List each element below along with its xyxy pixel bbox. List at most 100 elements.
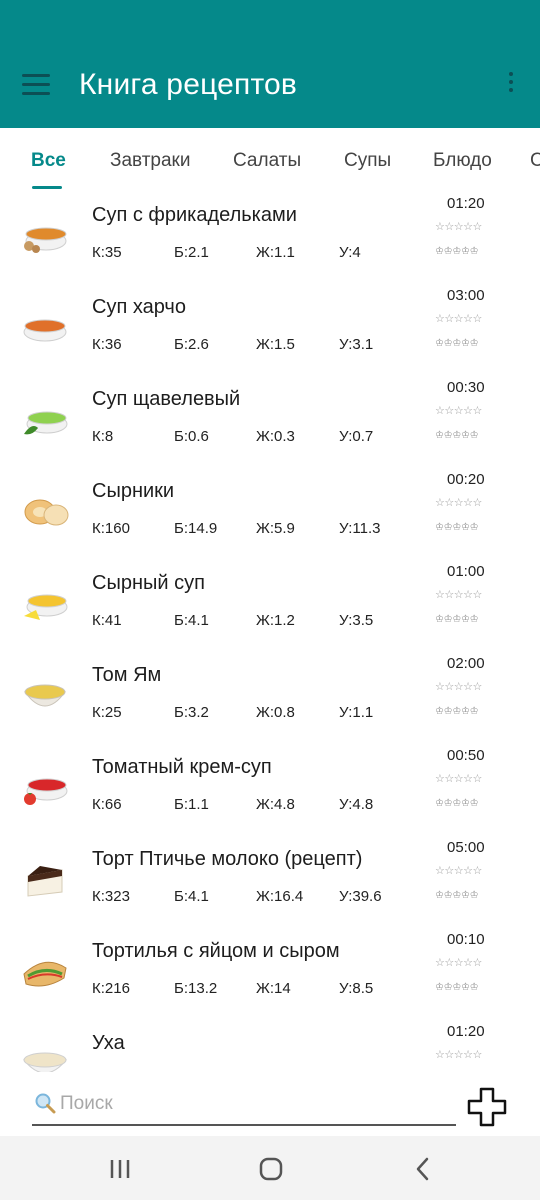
- syrniki-icon: [24, 499, 69, 526]
- protein-value: Б:3.2: [174, 704, 209, 721]
- calories-value: К:160: [92, 520, 130, 537]
- protein-value: Б:4.1: [174, 888, 209, 905]
- calories-value: К:323: [92, 888, 130, 905]
- rating-stars-icon[interactable]: ☆☆☆☆☆: [435, 680, 482, 693]
- tab-salads[interactable]: Салаты: [233, 150, 301, 172]
- cook-time: 03:00: [447, 287, 485, 304]
- protein-value: Б:2.1: [174, 244, 209, 261]
- fat-value: Ж:1.2: [256, 612, 295, 629]
- tab-all[interactable]: Все: [31, 150, 66, 172]
- protein-value: Б:2.6: [174, 336, 209, 353]
- cook-time: 01:20: [447, 1023, 485, 1040]
- recipe-row[interactable]: Томатный крем-суп К:66 Б:1.1 Ж:4.8 У:4.8…: [0, 742, 540, 834]
- recipe-name: Сырный суп: [92, 572, 205, 594]
- back-icon[interactable]: [408, 1154, 438, 1184]
- more-options-icon[interactable]: [504, 72, 518, 98]
- recipe-row[interactable]: Сырный суп К:41 Б:4.1 Ж:1.2 У:3.5 01:00 …: [0, 558, 540, 650]
- tomato-soup-icon: [24, 778, 68, 805]
- tom-yum-icon: [24, 684, 66, 707]
- search-underline: [32, 1124, 456, 1126]
- difficulty-chef-hat-icon: ♔♔♔♔♔: [435, 614, 479, 625]
- hamburger-menu-icon[interactable]: [22, 74, 50, 96]
- carbs-value: У:0.7: [339, 428, 374, 445]
- carbs-value: У:3.5: [339, 612, 374, 629]
- recipe-row[interactable]: Торт Птичье молоко (рецепт) К:323 Б:4.1 …: [0, 834, 540, 926]
- fat-value: Ж:0.8: [256, 704, 295, 721]
- recipe-row[interactable]: Уха 01:20 ☆☆☆☆☆: [0, 1018, 540, 1072]
- recipe-name: Сырники: [92, 480, 175, 502]
- tortilla-icon: [23, 961, 67, 987]
- rating-stars-icon[interactable]: ☆☆☆☆☆: [435, 588, 482, 601]
- recipe-row[interactable]: Суп харчо К:36 Б:2.6 Ж:1.5 У:3.1 03:00 ☆…: [0, 282, 540, 374]
- calories-value: К:36: [92, 336, 122, 353]
- fat-value: Ж:4.8: [256, 796, 295, 813]
- difficulty-chef-hat-icon: ♔♔♔♔♔: [435, 338, 479, 349]
- tab-indicator: [32, 186, 62, 189]
- fat-value: Ж:1.5: [256, 336, 295, 353]
- carbs-value: У:39.6: [339, 888, 382, 905]
- fat-value: Ж:16.4: [256, 888, 304, 905]
- fat-value: Ж:1.1: [256, 244, 295, 261]
- rating-stars-icon[interactable]: ☆☆☆☆☆: [435, 220, 482, 233]
- fish-soup-icon: [22, 1052, 68, 1072]
- tab-more[interactable]: С: [530, 150, 540, 172]
- rating-stars-icon[interactable]: ☆☆☆☆☆: [435, 772, 482, 785]
- fat-value: Ж:0.3: [256, 428, 295, 445]
- fat-value: Ж:14: [256, 980, 291, 997]
- home-icon[interactable]: [256, 1154, 286, 1184]
- cake-icon: [27, 866, 63, 897]
- recipe-name: Томатный крем-суп: [92, 756, 272, 778]
- carbs-value: У:3.1: [339, 336, 374, 353]
- rating-stars-icon[interactable]: ☆☆☆☆☆: [435, 496, 482, 509]
- recipe-row[interactable]: Тортилья с яйцом и сыром К:216 Б:13.2 Ж:…: [0, 926, 540, 1018]
- fat-value: Ж:5.9: [256, 520, 295, 537]
- meatball-soup-icon: [24, 227, 67, 253]
- protein-value: Б:13.2: [174, 980, 218, 997]
- protein-value: Б:0.6: [174, 428, 209, 445]
- recent-apps-icon[interactable]: [105, 1154, 135, 1184]
- calories-value: К:41: [92, 612, 122, 629]
- search-input[interactable]: [60, 1088, 452, 1120]
- difficulty-chef-hat-icon: ♔♔♔♔♔: [435, 522, 479, 533]
- search-bar: [0, 1072, 540, 1136]
- page-title: Книга рецептов: [79, 68, 298, 101]
- recipe-list: Суп с фрикадельками К:35 Б:2.1 Ж:1.1 У:4…: [0, 190, 540, 1072]
- recipe-row[interactable]: Сырники К:160 Б:14.9 Ж:5.9 У:11.3 00:20 …: [0, 466, 540, 558]
- difficulty-chef-hat-icon: ♔♔♔♔♔: [435, 430, 479, 441]
- calories-value: К:8: [92, 428, 114, 445]
- rating-stars-icon[interactable]: ☆☆☆☆☆: [435, 404, 482, 417]
- kharcho-soup-icon: [23, 319, 67, 342]
- calories-value: К:66: [92, 796, 122, 813]
- cook-time: 01:20: [447, 195, 485, 212]
- carbs-value: У:4.8: [339, 796, 374, 813]
- protein-value: Б:1.1: [174, 796, 209, 813]
- recipe-name: Суп харчо: [92, 296, 186, 318]
- system-nav-bar: [0, 1136, 540, 1200]
- rating-stars-icon[interactable]: ☆☆☆☆☆: [435, 1048, 482, 1061]
- carbs-value: У:1.1: [339, 704, 374, 721]
- recipe-name: Торт Птичье молоко (рецепт): [92, 848, 363, 870]
- rating-stars-icon[interactable]: ☆☆☆☆☆: [435, 864, 482, 877]
- tab-soups[interactable]: Супы: [344, 150, 391, 172]
- difficulty-chef-hat-icon: ♔♔♔♔♔: [435, 982, 479, 993]
- search-icon: [35, 1093, 56, 1114]
- add-recipe-button[interactable]: [466, 1086, 508, 1128]
- difficulty-chef-hat-icon: ♔♔♔♔♔: [435, 246, 479, 257]
- calories-value: К:216: [92, 980, 130, 997]
- recipe-name: Уха: [92, 1032, 125, 1054]
- rating-stars-icon[interactable]: ☆☆☆☆☆: [435, 312, 482, 325]
- recipe-row[interactable]: Суп щавелевый К:8 Б:0.6 Ж:0.3 У:0.7 00:3…: [0, 374, 540, 466]
- difficulty-chef-hat-icon: ♔♔♔♔♔: [435, 890, 479, 901]
- cheese-soup-icon: [24, 594, 68, 620]
- recipe-name: Суп с фрикадельками: [92, 204, 297, 226]
- cook-time: 05:00: [447, 839, 485, 856]
- rating-stars-icon[interactable]: ☆☆☆☆☆: [435, 956, 482, 969]
- calories-value: К:35: [92, 244, 122, 261]
- tab-breakfasts[interactable]: Завтраки: [110, 150, 190, 172]
- carbs-value: У:11.3: [339, 520, 381, 537]
- recipe-row[interactable]: Том Ям К:25 Б:3.2 Ж:0.8 У:1.1 02:00 ☆☆☆☆…: [0, 650, 540, 742]
- recipe-row[interactable]: Суп с фрикадельками К:35 Б:2.1 Ж:1.1 У:4…: [0, 190, 540, 282]
- tab-dishes[interactable]: Блюдо: [433, 150, 492, 172]
- protein-value: Б:14.9: [174, 520, 218, 537]
- recipe-name: Суп щавелевый: [92, 388, 241, 410]
